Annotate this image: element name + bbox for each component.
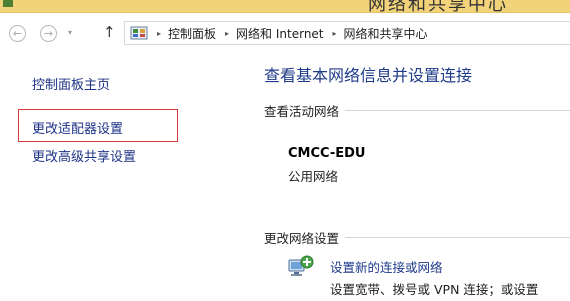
back-arrow-icon: ← [12, 27, 23, 40]
recent-locations-button[interactable]: ▾ [68, 28, 72, 37]
page-title: 查看基本网络信息并设置连接 [264, 66, 473, 85]
title-bar: 网络和共享中心 [0, 0, 570, 13]
up-button[interactable]: ↑ [103, 23, 116, 41]
section-divider [345, 237, 570, 238]
network-type-link[interactable]: 公用网络 [288, 166, 338, 185]
network-sharing-center-window: 网络和共享中心 ← → ▾ ↑ ▸ 控制面板 ▸ 网络和 Internet ▸ … [0, 0, 570, 301]
breadcrumb-control-panel[interactable]: 控制面板 [168, 25, 216, 42]
navigation-bar: ← → ▾ ↑ ▸ 控制面板 ▸ 网络和 Internet ▸ 网络和共享中心 [0, 13, 570, 53]
breadcrumb-separator: ▸ [157, 28, 162, 38]
address-bar[interactable]: ▸ 控制面板 ▸ 网络和 Internet ▸ 网络和共享中心 [124, 21, 570, 45]
active-networks-label: 查看活动网络 [264, 104, 340, 119]
breadcrumb-network-internet[interactable]: 网络和 Internet [236, 25, 323, 42]
change-network-settings-label: 更改网络设置 [264, 231, 340, 246]
breadcrumb-separator: ▸ [332, 28, 337, 38]
control-panel-home-link[interactable]: 控制面板主页 [32, 74, 110, 93]
new-connection-icon [288, 255, 314, 276]
setup-new-connection-link[interactable]: 设置新的连接或网络 [330, 257, 443, 276]
breadcrumb-separator: ▸ [225, 28, 230, 38]
network-app-icon [3, 0, 13, 7]
setup-connection-description: 设置宽带、拨号或 VPN 连接；或设置 [330, 282, 539, 297]
back-button[interactable]: ← [9, 25, 26, 42]
change-network-settings-header: 更改网络设置 [264, 228, 570, 247]
change-advanced-sharing-link[interactable]: 更改高级共享设置 [32, 146, 136, 165]
control-panel-icon [130, 26, 148, 40]
forward-button[interactable]: → [40, 25, 57, 42]
change-adapter-settings-link[interactable]: 更改适配器设置 [32, 118, 123, 137]
window-title: 网络和共享中心 [368, 0, 508, 13]
forward-arrow-icon: → [43, 27, 54, 40]
network-name: CMCC-EDU [288, 146, 366, 161]
breadcrumb-network-sharing-center[interactable]: 网络和共享中心 [344, 25, 428, 42]
section-divider [345, 110, 570, 111]
active-networks-header: 查看活动网络 [264, 101, 570, 120]
